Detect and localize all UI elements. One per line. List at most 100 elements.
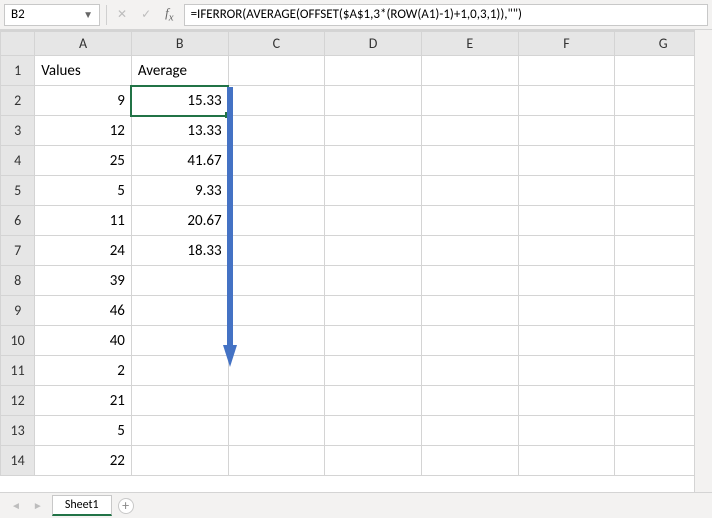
cell[interactable] xyxy=(325,296,422,326)
cell-A3[interactable]: 12 xyxy=(35,116,132,146)
cell-B6[interactable]: 20.67 xyxy=(131,206,228,236)
cell[interactable] xyxy=(228,266,325,296)
cell-B14[interactable] xyxy=(131,446,228,476)
cell[interactable] xyxy=(325,326,422,356)
cell[interactable] xyxy=(325,176,422,206)
cell[interactable] xyxy=(228,356,325,386)
cell-A2[interactable]: 9 xyxy=(35,86,132,116)
tab-nav-prev-icon[interactable]: ◄ xyxy=(8,499,24,512)
cell-B11[interactable] xyxy=(131,356,228,386)
col-header-E[interactable]: E xyxy=(421,32,518,56)
cell[interactable] xyxy=(228,86,325,116)
cell[interactable] xyxy=(518,56,615,86)
cell[interactable] xyxy=(518,266,615,296)
row-header[interactable]: 1 xyxy=(1,56,35,86)
row-header[interactable]: 4 xyxy=(1,146,35,176)
name-box[interactable]: B2 ▼ xyxy=(4,4,100,26)
cell[interactable] xyxy=(421,356,518,386)
cell[interactable] xyxy=(421,386,518,416)
fx-icon[interactable]: fx xyxy=(161,5,177,24)
cell-A4[interactable]: 25 xyxy=(35,146,132,176)
cell[interactable] xyxy=(325,386,422,416)
row-header[interactable]: 3 xyxy=(1,116,35,146)
cell[interactable] xyxy=(421,326,518,356)
cell-A11[interactable]: 2 xyxy=(35,356,132,386)
cell[interactable] xyxy=(228,56,325,86)
formula-input[interactable]: =IFERROR(AVERAGE(OFFSET($A$1,3*(ROW(A1)-… xyxy=(184,4,708,26)
col-header-D[interactable]: D xyxy=(325,32,422,56)
sheet-tab-active[interactable]: Sheet1 xyxy=(52,495,112,516)
cell[interactable] xyxy=(421,446,518,476)
cell-B13[interactable] xyxy=(131,416,228,446)
cell[interactable] xyxy=(518,206,615,236)
cell-B5[interactable]: 9.33 xyxy=(131,176,228,206)
cell[interactable] xyxy=(228,116,325,146)
cell[interactable] xyxy=(228,176,325,206)
row-header[interactable]: 10 xyxy=(1,326,35,356)
cell-B1[interactable]: Average xyxy=(131,56,228,86)
cell[interactable] xyxy=(518,236,615,266)
cell-A14[interactable]: 22 xyxy=(35,446,132,476)
cell-B8[interactable] xyxy=(131,266,228,296)
row-header[interactable]: 12 xyxy=(1,386,35,416)
cell[interactable] xyxy=(421,146,518,176)
cell[interactable] xyxy=(228,236,325,266)
cell-B10[interactable] xyxy=(131,326,228,356)
add-sheet-button[interactable]: + xyxy=(118,498,134,514)
cell[interactable] xyxy=(325,266,422,296)
cell-A7[interactable]: 24 xyxy=(35,236,132,266)
col-header-B[interactable]: B xyxy=(131,32,228,56)
row-header[interactable]: 13 xyxy=(1,416,35,446)
cell-A6[interactable]: 11 xyxy=(35,206,132,236)
cell-B7[interactable]: 18.33 xyxy=(131,236,228,266)
cell[interactable] xyxy=(228,206,325,236)
cell[interactable] xyxy=(518,446,615,476)
cell[interactable] xyxy=(325,446,422,476)
cell[interactable] xyxy=(518,416,615,446)
row-header[interactable]: 14 xyxy=(1,446,35,476)
cell[interactable] xyxy=(325,86,422,116)
row-header[interactable]: 6 xyxy=(1,206,35,236)
cell-B12[interactable] xyxy=(131,386,228,416)
cell[interactable] xyxy=(518,386,615,416)
cell[interactable] xyxy=(228,416,325,446)
cell-A9[interactable]: 46 xyxy=(35,296,132,326)
cell-A10[interactable]: 40 xyxy=(35,326,132,356)
vertical-scrollbar[interactable] xyxy=(694,30,712,492)
cell[interactable] xyxy=(421,266,518,296)
cell[interactable] xyxy=(518,326,615,356)
row-header[interactable]: 7 xyxy=(1,236,35,266)
cell[interactable] xyxy=(325,146,422,176)
cell[interactable] xyxy=(421,86,518,116)
cell[interactable] xyxy=(421,236,518,266)
cell-A1[interactable]: Values xyxy=(35,56,132,86)
cell[interactable] xyxy=(325,56,422,86)
cell[interactable] xyxy=(518,356,615,386)
cell[interactable] xyxy=(421,416,518,446)
row-header[interactable]: 2 xyxy=(1,86,35,116)
tab-nav-next-icon[interactable]: ► xyxy=(30,499,46,512)
spreadsheet-grid[interactable]: A B C D E F G 1 Values Average 2 xyxy=(0,31,712,476)
cell[interactable] xyxy=(228,296,325,326)
cell[interactable] xyxy=(518,116,615,146)
cell[interactable] xyxy=(228,446,325,476)
cell-B3[interactable]: 13.33 xyxy=(131,116,228,146)
cell-A5[interactable]: 5 xyxy=(35,176,132,206)
cell[interactable] xyxy=(325,236,422,266)
cell[interactable] xyxy=(518,86,615,116)
cell-A8[interactable]: 39 xyxy=(35,266,132,296)
row-header[interactable]: 8 xyxy=(1,266,35,296)
cell[interactable] xyxy=(421,206,518,236)
cell[interactable] xyxy=(325,116,422,146)
cell[interactable] xyxy=(518,146,615,176)
col-header-A[interactable]: A xyxy=(35,32,132,56)
select-all-corner[interactable] xyxy=(1,32,35,56)
cell[interactable] xyxy=(228,146,325,176)
cell[interactable] xyxy=(421,296,518,326)
cell[interactable] xyxy=(228,386,325,416)
cell[interactable] xyxy=(228,326,325,356)
cell[interactable] xyxy=(518,176,615,206)
cell[interactable] xyxy=(421,56,518,86)
col-header-F[interactable]: F xyxy=(518,32,615,56)
row-header[interactable]: 9 xyxy=(1,296,35,326)
